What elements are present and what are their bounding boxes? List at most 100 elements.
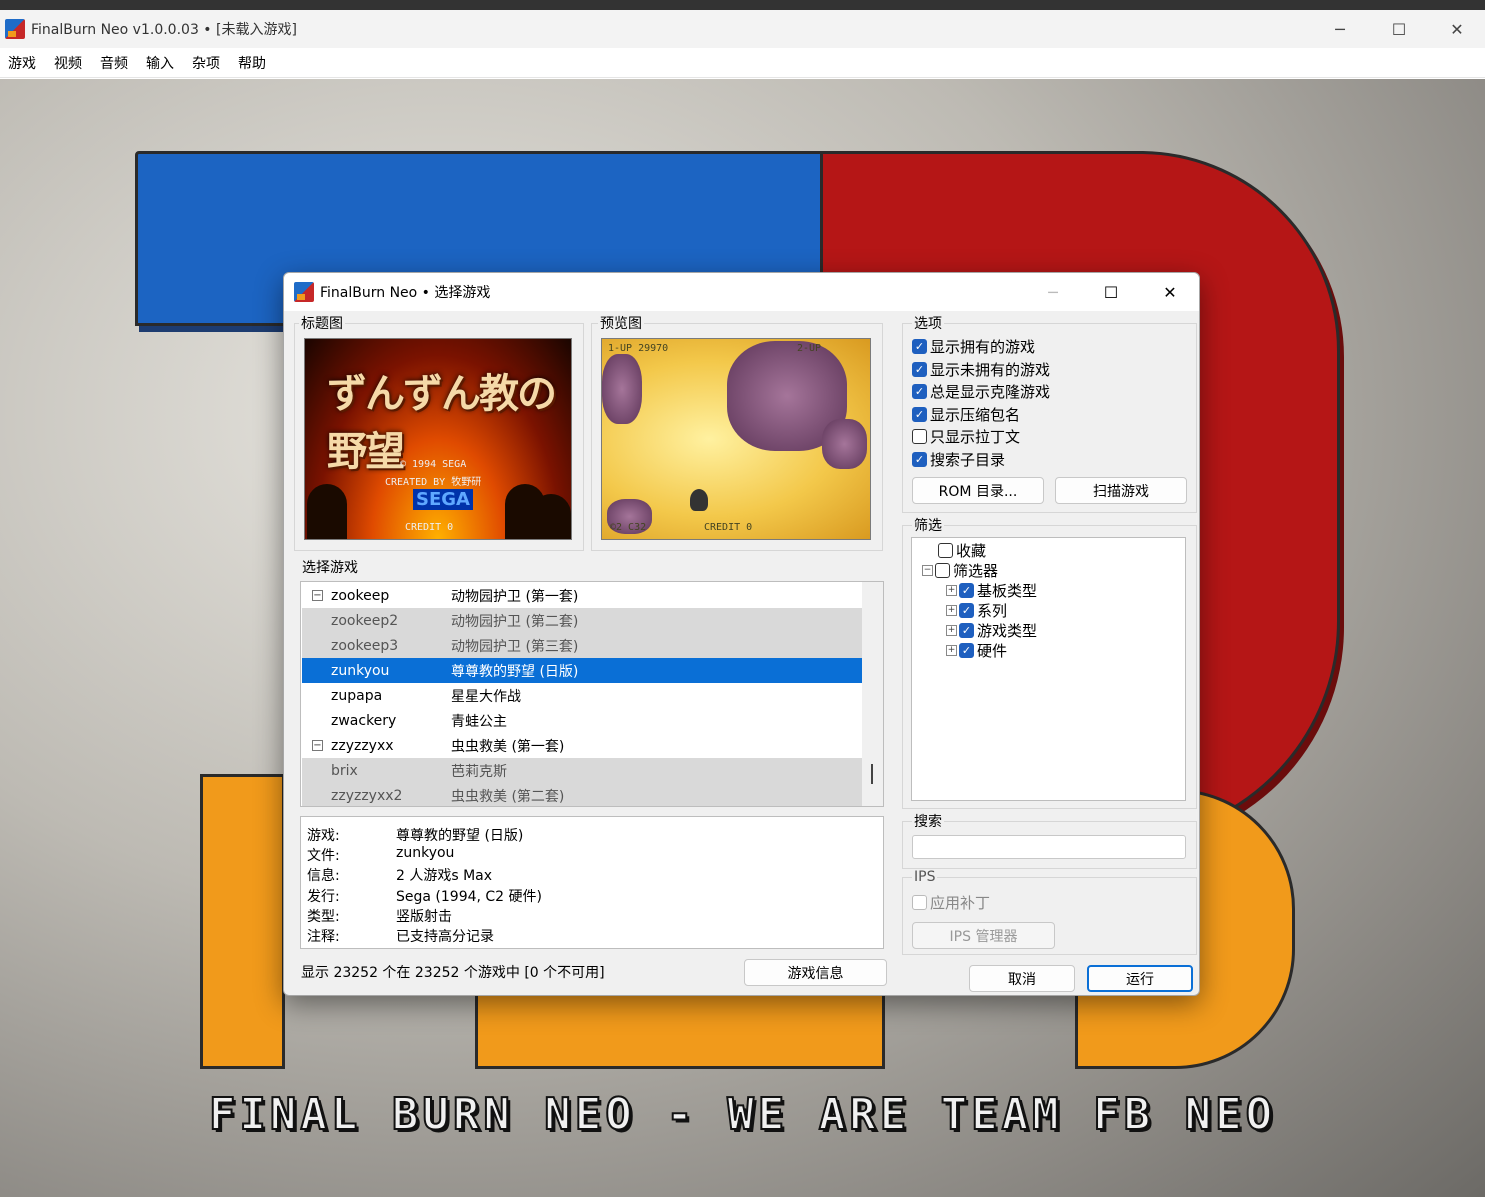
ips-manager-button[interactable]: IPS 管理器 (912, 922, 1055, 949)
menu-input[interactable]: 输入 (140, 53, 180, 73)
search-input[interactable] (912, 835, 1186, 859)
tree-node-series[interactable]: + ✓ 系列 (946, 600, 1007, 620)
maximize-button[interactable]: ☐ (1370, 10, 1428, 48)
rom-directory-button[interactable]: ROM 目录... (912, 477, 1044, 504)
cancel-button[interactable]: 取消 (969, 965, 1075, 992)
filter-tree[interactable]: 收藏 − 筛选器 + ✓ 基板类型 + ✓ 系列 + ✓ 游戏类型 + ✓ 硬件 (911, 537, 1186, 801)
tree-node-board-type[interactable]: + ✓ 基板类型 (946, 580, 1037, 600)
option-search-subdirs[interactable]: ✓ 搜索子目录 (912, 449, 1005, 469)
info-key: 游戏: (307, 828, 340, 844)
scrollbar-thumb[interactable] (871, 764, 873, 784)
expand-icon[interactable]: + (946, 584, 957, 596)
list-item[interactable]: zupapa 星星大作战 (302, 683, 862, 708)
run-button[interactable]: 运行 (1087, 965, 1193, 992)
option-show-clones[interactable]: ✓ 总是显示克隆游戏 (912, 381, 1050, 401)
checkbox-checked-icon[interactable]: ✓ (959, 642, 974, 658)
menu-video[interactable]: 视频 (48, 53, 88, 73)
option-latin-only[interactable]: 只显示拉丁文 (912, 426, 1020, 446)
info-value: 竖版射击 (396, 909, 452, 925)
list-item[interactable]: zwackery 青蛙公主 (302, 708, 862, 733)
checkbox-checked-icon[interactable]: ✓ (959, 622, 974, 638)
preview-lives: ©2 C32 (610, 522, 647, 533)
rom-name: zwackery (331, 712, 397, 729)
tree-node-filters[interactable]: − 筛选器 (922, 560, 998, 580)
silhouette (307, 484, 347, 539)
ips-apply-checkbox[interactable]: 应用补丁 (912, 892, 990, 912)
checkbox-unchecked-icon[interactable] (938, 542, 953, 558)
list-item[interactable]: − zzyzzyxx 虫虫救美 (第一套) (302, 733, 862, 758)
menu-help[interactable]: 帮助 (232, 53, 272, 73)
info-value: 尊尊教的野望 (日版) (396, 828, 524, 844)
title-art-created: CREATED BY 牧野研 (385, 477, 482, 488)
game-title: 星星大作战 (451, 688, 521, 705)
title-art-image: ずんずん教の野望 © 1994 SEGA CREATED BY 牧野研 SEGA… (304, 338, 572, 540)
logo-orange-shape (200, 774, 285, 1069)
title-art-credit: CREDIT 0 (405, 522, 454, 533)
collapse-icon[interactable]: − (922, 564, 933, 576)
dialog-title: FinalBurn Neo • 选择游戏 (320, 285, 491, 301)
dialog-close-button[interactable]: ✕ (1141, 273, 1199, 311)
option-show-zipnames[interactable]: ✓ 显示压缩包名 (912, 404, 1020, 424)
menu-misc[interactable]: 杂项 (186, 53, 226, 73)
rom-name: zookeep3 (331, 637, 399, 654)
dialog-minimize-button[interactable]: ─ (1024, 273, 1082, 311)
scan-games-button[interactable]: 扫描游戏 (1055, 477, 1187, 504)
tree-node-hardware[interactable]: + ✓ 硬件 (946, 640, 1007, 660)
option-show-unowned[interactable]: ✓ 显示未拥有的游戏 (912, 359, 1050, 379)
window-title: FinalBurn Neo v1.0.0.03 • [未载入游戏] (31, 22, 297, 38)
checkbox-disabled-icon[interactable] (912, 894, 927, 910)
checkbox-unchecked-icon[interactable] (912, 428, 927, 444)
checkbox-checked-icon[interactable]: ✓ (912, 361, 927, 377)
checkbox-checked-icon[interactable]: ✓ (959, 582, 974, 598)
info-row: 注释: 已支持高分记录 (307, 926, 494, 946)
checkbox-checked-icon[interactable]: ✓ (912, 338, 927, 354)
main-titlebar[interactable]: FinalBurn Neo v1.0.0.03 • [未载入游戏] ─ ☐ ✕ (0, 10, 1485, 48)
screen-top-edge (0, 0, 1485, 10)
minimize-button[interactable]: ─ (1311, 10, 1369, 48)
tree-label: 系列 (977, 601, 1008, 620)
option-label: 总是显示克隆游戏 (930, 382, 1051, 401)
menu-audio[interactable]: 音频 (94, 53, 134, 73)
info-key: 信息: (307, 868, 340, 884)
checkbox-checked-icon[interactable]: ✓ (912, 451, 927, 467)
filter-label: 筛选 (912, 515, 944, 535)
list-item[interactable]: zookeep3 动物园护卫 (第三套) (302, 633, 862, 658)
preview-rock (602, 354, 642, 424)
info-row: 信息: 2 人游戏s Max (307, 865, 492, 885)
player-ship (690, 489, 708, 511)
select-game-label: 选择游戏 (300, 557, 360, 577)
info-value: Sega (1994, C2 硬件) (396, 889, 543, 905)
list-scrollbar[interactable] (862, 582, 883, 806)
game-list[interactable]: − zookeep 动物园护卫 (第一套) zookeep2 动物园护卫 (第二… (300, 581, 884, 807)
collapse-icon[interactable]: − (312, 590, 323, 601)
game-title: 青蛙公主 (451, 713, 507, 730)
rom-name: zzyzzyxx (331, 737, 394, 754)
title-art-label: 标题图 (299, 313, 345, 333)
expand-icon[interactable]: + (946, 624, 957, 636)
dialog-maximize-button[interactable]: ☐ (1082, 273, 1140, 311)
tree-node-genre[interactable]: + ✓ 游戏类型 (946, 620, 1037, 640)
game-title: 动物园护卫 (第一套) (451, 588, 579, 605)
checkbox-checked-icon[interactable]: ✓ (959, 602, 974, 618)
checkbox-checked-icon[interactable]: ✓ (912, 383, 927, 399)
checkbox-unchecked-icon[interactable] (935, 562, 950, 578)
list-item[interactable]: brix 芭莉克斯 (302, 758, 862, 783)
list-item[interactable]: zzyzzyxx2 虫虫救美 (第二套) (302, 783, 862, 806)
ips-label: IPS (912, 869, 938, 885)
list-item-selected[interactable]: zunkyou 尊尊教的野望 (日版) (302, 658, 862, 683)
tree-node-favorites[interactable]: 收藏 (938, 540, 986, 560)
option-show-owned[interactable]: ✓ 显示拥有的游戏 (912, 336, 1035, 356)
game-info-button[interactable]: 游戏信息 (744, 959, 887, 986)
close-button[interactable]: ✕ (1428, 10, 1485, 48)
collapse-icon[interactable]: − (312, 740, 323, 751)
dialog-titlebar[interactable]: FinalBurn Neo • 选择游戏 ─ ☐ ✕ (284, 273, 1199, 311)
list-item[interactable]: − zookeep 动物园护卫 (第一套) (302, 583, 862, 608)
menu-game[interactable]: 游戏 (2, 53, 42, 73)
game-title: 尊尊教的野望 (日版) (451, 663, 579, 680)
expand-icon[interactable]: + (946, 644, 957, 656)
checkbox-checked-icon[interactable]: ✓ (912, 406, 927, 422)
tree-label: 筛选器 (953, 561, 999, 580)
expand-icon[interactable]: + (946, 604, 957, 616)
list-item[interactable]: zookeep2 动物园护卫 (第二套) (302, 608, 862, 633)
game-title: 虫虫救美 (第二套) (451, 788, 565, 805)
